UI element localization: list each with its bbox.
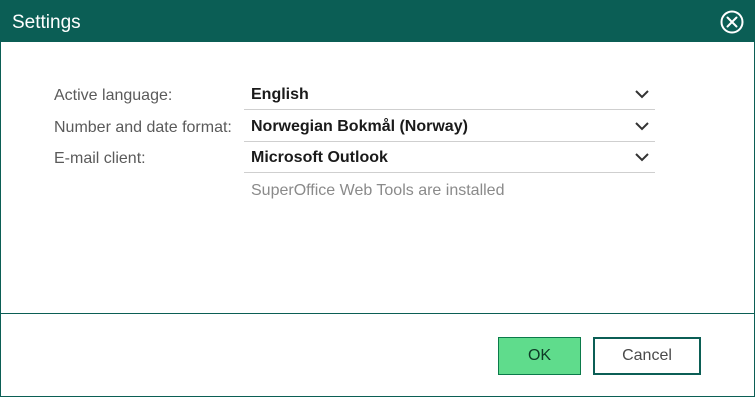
close-button[interactable] bbox=[720, 10, 744, 34]
ok-button[interactable]: OK bbox=[498, 337, 581, 375]
chevron-down-icon bbox=[635, 90, 649, 99]
active-language-label: Active language: bbox=[54, 87, 173, 104]
web-tools-status: SuperOffice Web Tools are installed bbox=[251, 182, 505, 199]
number-date-format-label: Number and date format: bbox=[54, 119, 232, 136]
number-date-format-row: Number and date format: Norwegian Bokmål… bbox=[1, 111, 754, 142]
active-language-value: English bbox=[251, 86, 309, 103]
dialog-title: Settings bbox=[12, 12, 81, 33]
email-client-row: E-mail client: Microsoft Outlook bbox=[1, 142, 754, 173]
title-bar: Settings bbox=[1, 1, 754, 42]
footer-divider bbox=[1, 313, 754, 314]
active-language-select[interactable]: English bbox=[244, 79, 655, 110]
settings-dialog: Settings Active language: English Number… bbox=[0, 0, 755, 397]
chevron-down-icon bbox=[635, 122, 649, 131]
email-client-select[interactable]: Microsoft Outlook bbox=[244, 142, 655, 173]
number-date-format-value: Norwegian Bokmål (Norway) bbox=[251, 118, 468, 135]
active-language-row: Active language: English bbox=[1, 79, 754, 110]
cancel-button[interactable]: Cancel bbox=[593, 337, 701, 375]
email-client-label: E-mail client: bbox=[54, 150, 146, 167]
number-date-format-select[interactable]: Norwegian Bokmål (Norway) bbox=[244, 111, 655, 142]
email-client-value: Microsoft Outlook bbox=[251, 149, 388, 166]
close-circle-icon bbox=[720, 10, 744, 34]
chevron-down-icon bbox=[635, 153, 649, 162]
